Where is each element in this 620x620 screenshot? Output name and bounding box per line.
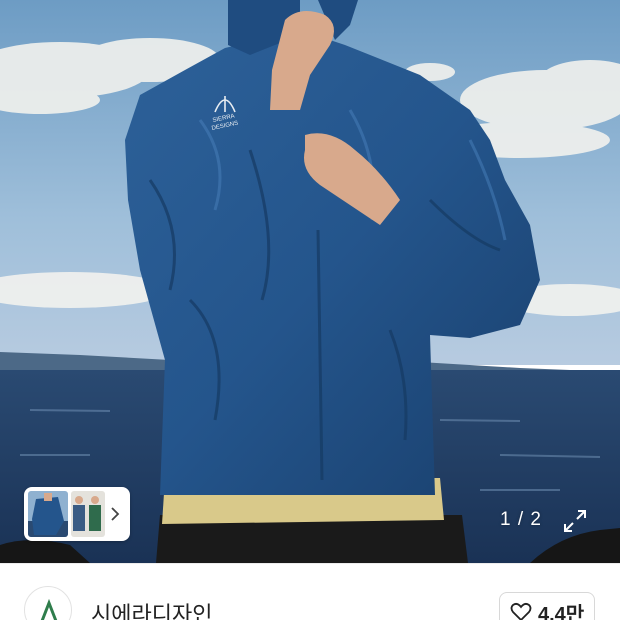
- total-count: 2: [530, 509, 542, 530]
- sierra-logo-icon: [40, 598, 58, 620]
- thumbnail-1[interactable]: [28, 491, 68, 537]
- counter-separator: /: [517, 509, 525, 530]
- expand-icon[interactable]: [561, 507, 589, 535]
- thumbnail-2[interactable]: [71, 491, 105, 537]
- seller-name[interactable]: 시에라디자인: [91, 597, 212, 620]
- like-count: 4.4만: [538, 603, 585, 620]
- image-counter: 1 / 2: [500, 509, 542, 531]
- thumbnail-strip[interactable]: [24, 487, 130, 541]
- chevron-right-icon[interactable]: [108, 491, 122, 537]
- heart-icon: [510, 602, 532, 620]
- seller-bar: 시에라디자인 4.4만: [0, 563, 620, 620]
- product-image-gallery[interactable]: SIERRA DESIGNS 1 / 2: [0, 0, 620, 563]
- product-photo: SIERRA DESIGNS: [0, 0, 620, 563]
- current-index: 1: [500, 509, 512, 530]
- seller-avatar[interactable]: [24, 586, 72, 620]
- like-button[interactable]: 4.4만: [499, 592, 595, 620]
